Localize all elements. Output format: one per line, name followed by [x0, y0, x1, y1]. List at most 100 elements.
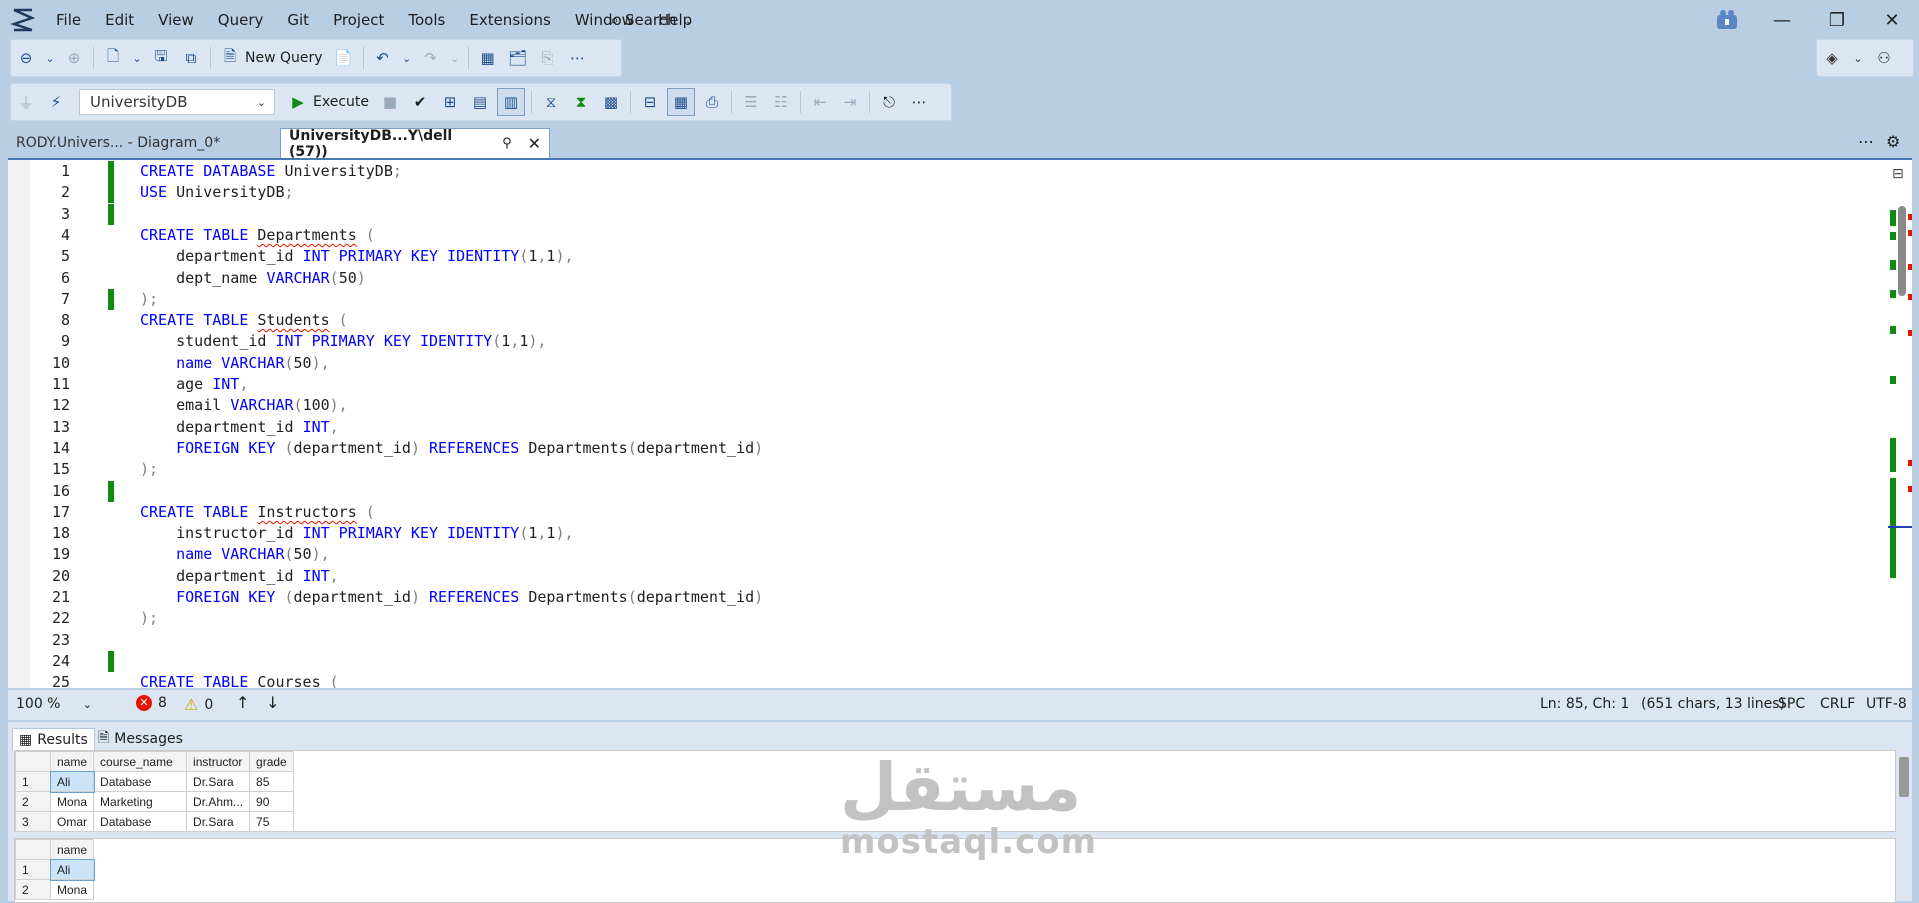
- column-header[interactable]: name: [49, 839, 95, 860]
- parse-icon[interactable]: ✔: [407, 89, 433, 115]
- column-header[interactable]: name: [49, 751, 95, 772]
- copilot-icon[interactable]: ◈: [1819, 45, 1845, 71]
- live-stats-icon[interactable]: ⧗: [568, 89, 594, 115]
- specify-values-icon[interactable]: ⎋: [876, 89, 902, 115]
- menu-item-edit[interactable]: Edit: [93, 11, 146, 29]
- code-line[interactable]: 24: [8, 650, 1878, 672]
- grid-cell[interactable]: Marketing: [93, 791, 188, 812]
- database-select[interactable]: UniversityDB ⌄: [79, 89, 275, 115]
- ssms-logo-icon[interactable]: [10, 6, 36, 32]
- comment-icon[interactable]: ☰: [738, 89, 764, 115]
- grid-cell[interactable]: Mona: [49, 879, 95, 900]
- code-line[interactable]: 11 age INT,: [8, 374, 1878, 395]
- close-window-button[interactable]: ✕: [1874, 6, 1910, 34]
- line-ending[interactable]: CRLF: [1820, 696, 1855, 712]
- more-icon[interactable]: ⋯: [565, 45, 591, 71]
- grid-cell[interactable]: Omar: [49, 811, 95, 832]
- column-header[interactable]: course_name: [93, 751, 188, 772]
- grid-cell[interactable]: Ali: [49, 770, 95, 793]
- close-tab-icon[interactable]: ✕: [528, 134, 541, 153]
- code-line[interactable]: 19 name VARCHAR(50),: [8, 544, 1878, 565]
- actual-plan-icon[interactable]: ⧖: [538, 89, 564, 115]
- table-row[interactable]: 2 Mona Marketing Dr.Ahm... 90: [15, 791, 294, 812]
- code-line[interactable]: 15);: [8, 459, 1878, 480]
- query-editor[interactable]: 1 CREATE DATABASE UniversityDB; 2 USE Unive…: [8, 158, 1912, 688]
- row-number[interactable]: 2: [15, 791, 51, 812]
- forward-icon[interactable]: ⊕: [61, 45, 87, 71]
- code-line[interactable]: 12 email VARCHAR(100),: [8, 395, 1878, 416]
- gear-icon[interactable]: ⚙: [1886, 132, 1900, 151]
- table-row[interactable]: 1 Ali: [15, 858, 95, 881]
- code-line[interactable]: 21 FOREIGN KEY (department_id) REFERENCE…: [8, 587, 1878, 608]
- code-line[interactable]: 22);: [8, 608, 1878, 629]
- grid-cell[interactable]: 90: [249, 791, 294, 812]
- new-query-button[interactable]: New Query: [245, 50, 323, 66]
- table-row[interactable]: 1 Ali Database Dr.Sara 85: [15, 770, 294, 793]
- tab-query[interactable]: UniversityDB...Y\dell (57)) ⚲ ✕: [280, 128, 550, 160]
- code-line[interactable]: 10 name VARCHAR(50),: [8, 353, 1878, 374]
- grid-corner[interactable]: [15, 751, 51, 772]
- scrollbar-thumb[interactable]: [1899, 757, 1909, 797]
- encoding[interactable]: UTF-8: [1866, 696, 1907, 712]
- chevron-down-icon[interactable]: ⌄: [130, 45, 144, 71]
- query-options-icon[interactable]: ▤: [467, 89, 493, 115]
- pin-icon[interactable]: ⚲: [502, 136, 512, 151]
- code-line[interactable]: 8 CREATE TABLE Students (: [8, 310, 1878, 331]
- code-line[interactable]: 9 student_id INT PRIMARY KEY IDENTITY(1,…: [8, 331, 1878, 352]
- column-header[interactable]: instructor: [186, 751, 251, 772]
- row-number[interactable]: 1: [15, 859, 51, 880]
- chevron-down-icon[interactable]: ⌄: [43, 45, 57, 71]
- tab-results[interactable]: ▦ Results: [12, 728, 95, 751]
- code-line[interactable]: 25 CREATE TABLE Courses (: [8, 672, 1878, 688]
- chevron-down-icon[interactable]: ⌄: [448, 45, 462, 71]
- uncomment-icon[interactable]: ☷: [768, 89, 794, 115]
- warning-count[interactable]: ⚠ 0: [184, 695, 213, 714]
- zoom-select[interactable]: 100 % ⌄: [12, 694, 96, 714]
- save-all-icon[interactable]: ⧉: [178, 45, 204, 71]
- code-line[interactable]: 18 instructor_id INT PRIMARY KEY IDENTIT…: [8, 523, 1878, 544]
- minimize-button[interactable]: —: [1764, 6, 1800, 34]
- menu-item-query[interactable]: Query: [206, 11, 276, 29]
- new-query-icon[interactable]: 🗎: [217, 45, 243, 71]
- grid-cell[interactable]: Mona: [49, 791, 95, 812]
- grid-cell[interactable]: Dr.Ahm...: [186, 791, 251, 812]
- row-number[interactable]: 3: [15, 811, 51, 832]
- chevron-down-icon[interactable]: ⌄: [400, 45, 414, 71]
- next-error-icon[interactable]: ↓: [266, 693, 279, 712]
- previous-error-icon[interactable]: ↑: [236, 693, 249, 712]
- code-line[interactable]: 1 CREATE DATABASE UniversityDB;: [8, 161, 1878, 182]
- tab-diagram[interactable]: RODY.Univers... - Diagram_0*: [8, 128, 280, 158]
- code-line[interactable]: 5 department_id INT PRIMARY KEY IDENTITY…: [8, 246, 1878, 267]
- object-explorer-icon[interactable]: 🗂: [505, 45, 531, 71]
- change-connection-icon[interactable]: ⚡: [43, 89, 69, 115]
- menu-item-git[interactable]: Git: [275, 11, 321, 29]
- results-to-text-icon[interactable]: ⊟: [637, 89, 663, 115]
- undo-icon[interactable]: ↶: [370, 45, 396, 71]
- code-line[interactable]: 14 FOREIGN KEY (department_id) REFERENCE…: [8, 438, 1878, 459]
- save-icon[interactable]: 🖫: [148, 45, 174, 71]
- results-to-file-icon[interactable]: ⎙: [699, 89, 725, 115]
- cursor-position[interactable]: Ln: 85, Ch: 1: [1540, 696, 1629, 712]
- code-line[interactable]: 20 department_id INT,: [8, 566, 1878, 587]
- account-icon[interactable]: ⚇: [1871, 45, 1897, 71]
- client-stats-icon[interactable]: ▩: [598, 89, 624, 115]
- new-file-icon[interactable]: 🗋: [100, 45, 126, 71]
- registered-servers-icon[interactable]: ⎘: [535, 45, 561, 71]
- decrease-indent-icon[interactable]: ⇤: [807, 89, 833, 115]
- menu-item-view[interactable]: View: [146, 11, 206, 29]
- menu-item-extensions[interactable]: Extensions: [457, 11, 562, 29]
- grid-cell[interactable]: Dr.Sara: [186, 811, 251, 832]
- more-icon[interactable]: ⋯: [906, 89, 932, 115]
- row-number[interactable]: 2: [15, 879, 51, 900]
- menu-item-file[interactable]: File: [44, 11, 93, 29]
- code-line[interactable]: 3: [8, 203, 1878, 225]
- activity-monitor-icon[interactable]: ▦: [475, 45, 501, 71]
- code-line[interactable]: 2 USE UniversityDB;: [8, 182, 1878, 204]
- grid-cell[interactable]: Database: [93, 811, 188, 832]
- tab-overflow-icon[interactable]: ⋯: [1858, 132, 1874, 151]
- execute-icon[interactable]: ▶: [285, 89, 311, 115]
- code-line[interactable]: 6 dept_name VARCHAR(50): [8, 268, 1878, 289]
- grid-cell[interactable]: 85: [249, 771, 294, 792]
- open-file-icon[interactable]: 📄: [331, 45, 357, 71]
- results-to-grid-icon[interactable]: ▥: [497, 88, 525, 116]
